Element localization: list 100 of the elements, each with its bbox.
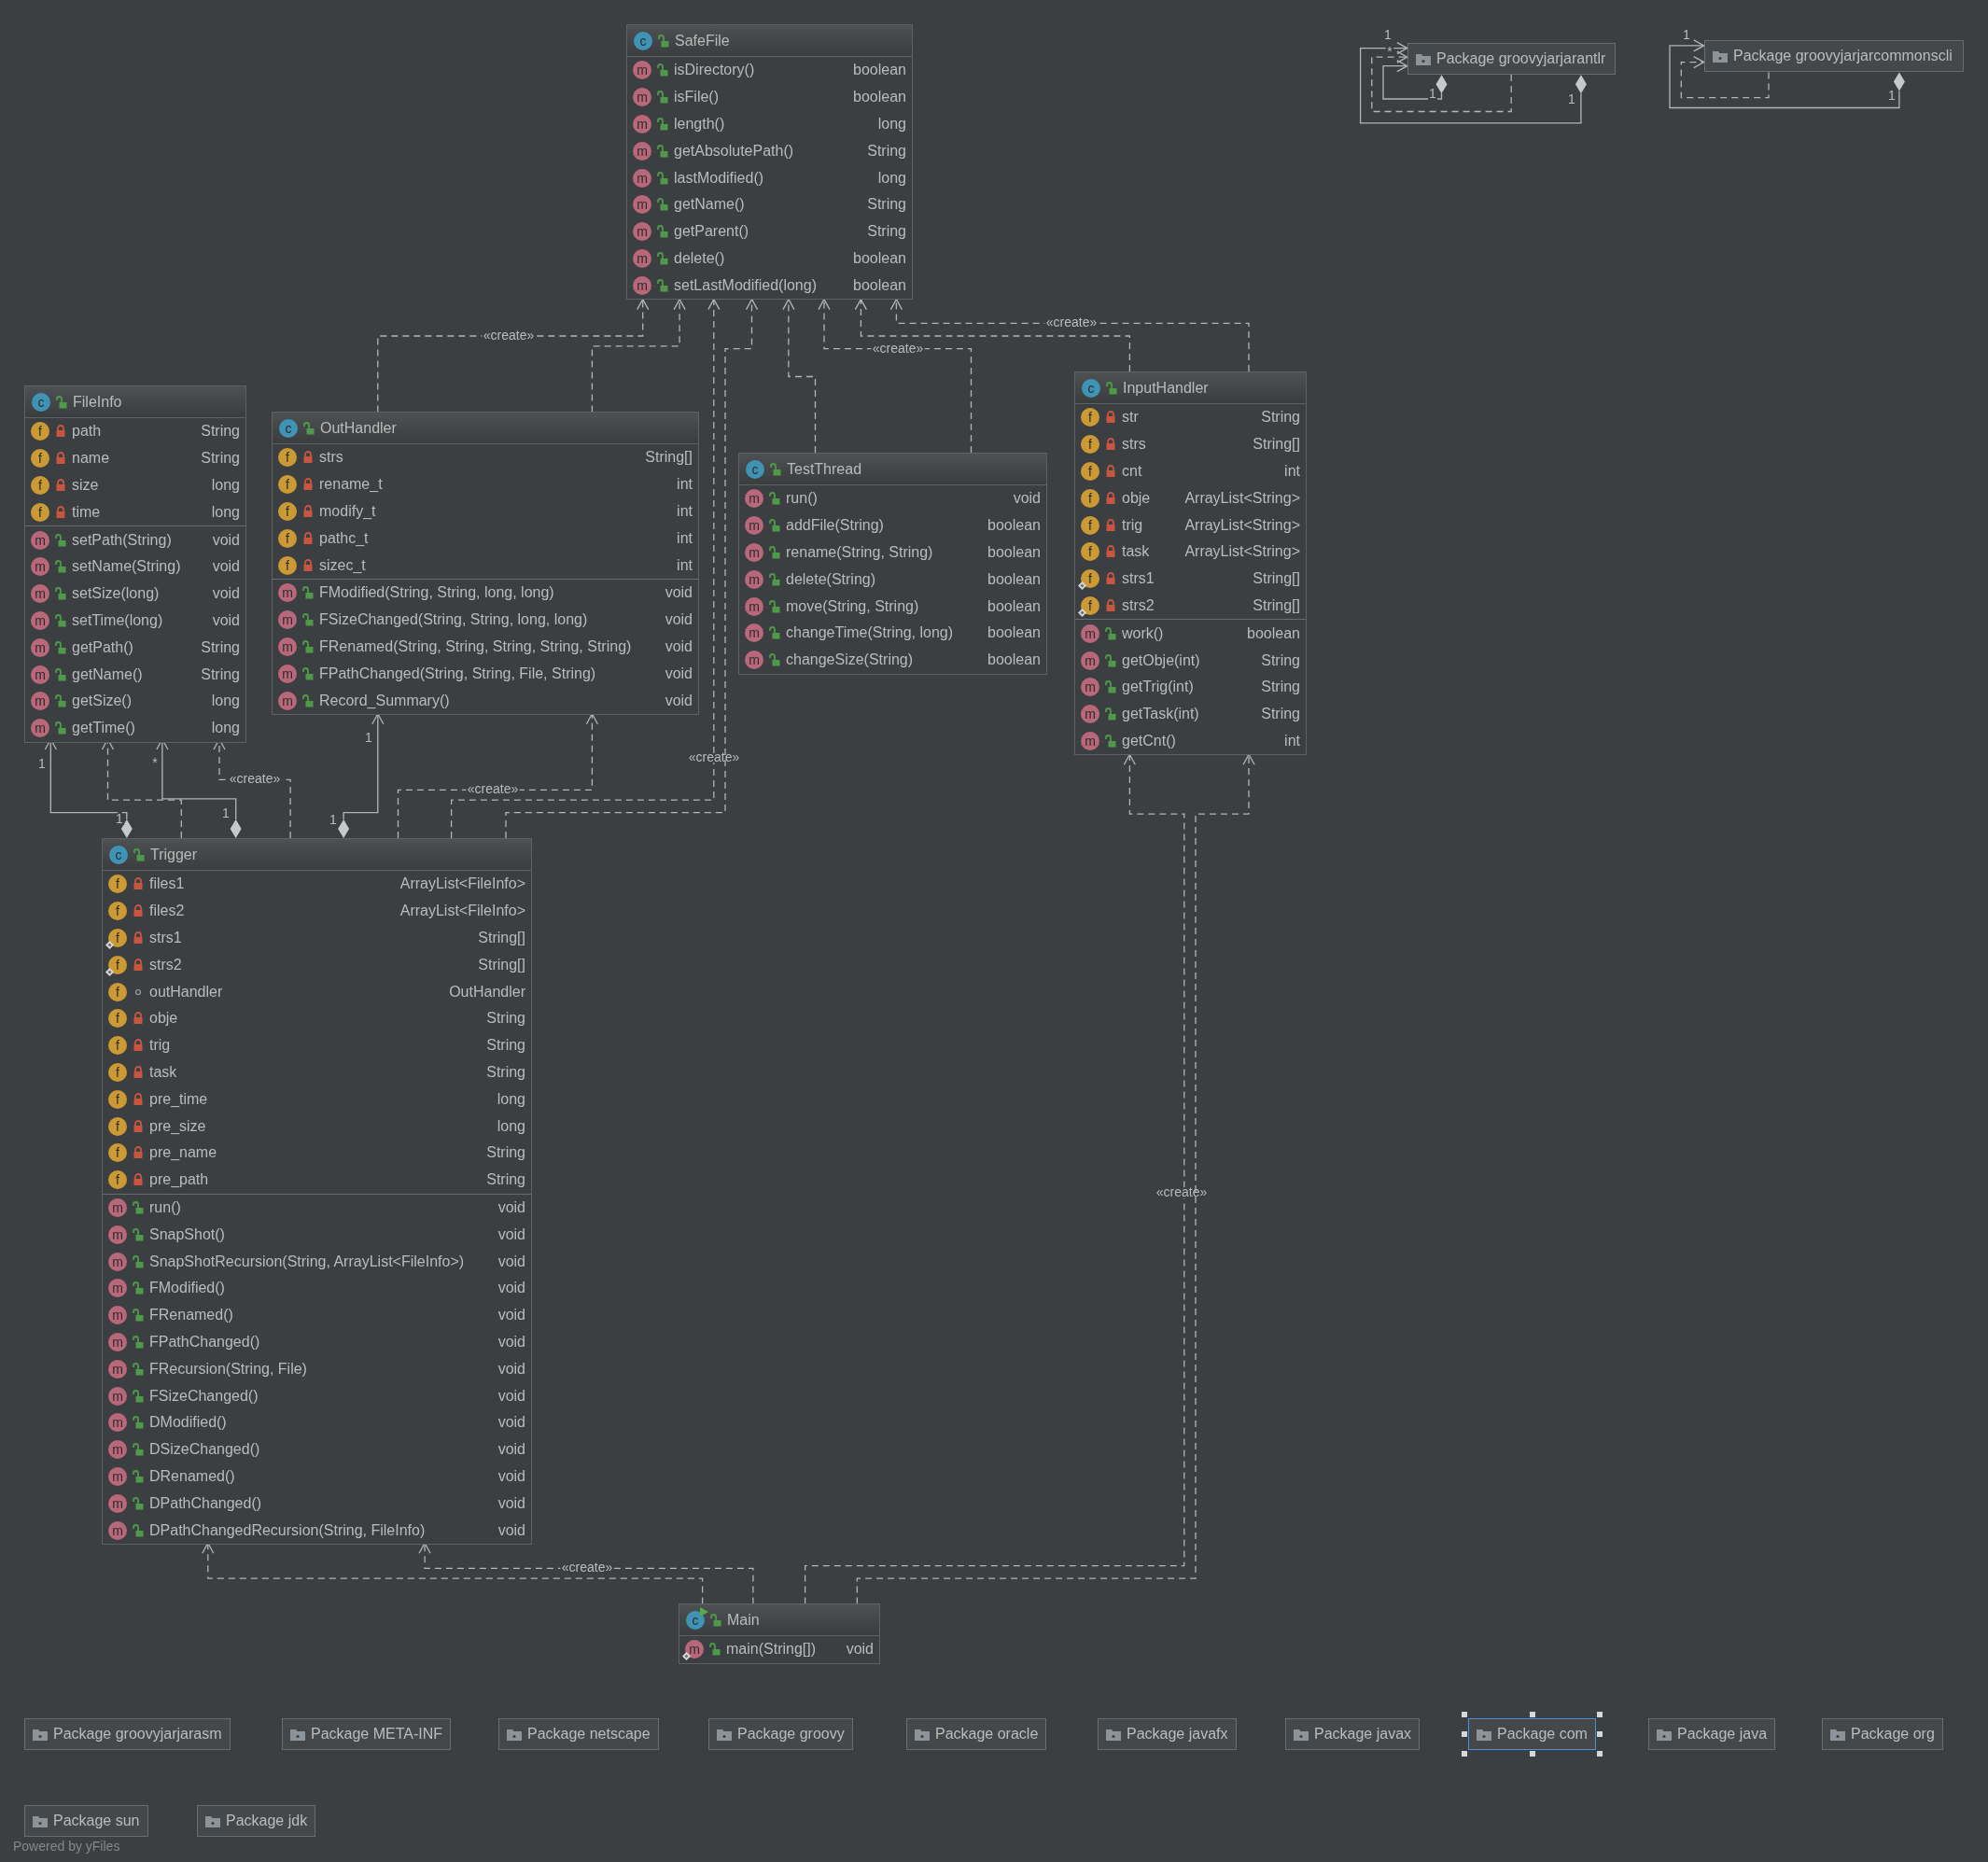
member-type: void	[497, 1440, 525, 1460]
member-name: delete(String)	[786, 569, 877, 589]
stereotype-label: «create»	[688, 749, 740, 764]
multiplicity-label: 1	[1568, 91, 1575, 106]
member-name: lastModified()	[674, 168, 765, 188]
member-type: ArrayList<String>	[1184, 515, 1300, 535]
member-type: OutHandler	[449, 982, 525, 1001]
method-icon: m	[633, 115, 651, 133]
member-type: void	[497, 1413, 525, 1433]
member-type: boolean	[853, 61, 906, 80]
method-icon: m	[108, 1440, 127, 1460]
class-name: Trigger	[150, 845, 198, 864]
member-name: FRenamed()	[149, 1306, 234, 1325]
member-type: void	[497, 1359, 525, 1379]
member-name: SnapShot()	[149, 1225, 226, 1244]
folder-icon	[33, 1728, 48, 1741]
member-name: rename(String, String)	[786, 543, 934, 562]
member-name: setPath(String)	[72, 530, 173, 550]
resize-handle	[1462, 1712, 1467, 1717]
member-type: void	[665, 691, 693, 710]
member-type: String[]	[478, 929, 525, 947]
multiplicity-label: 1	[1888, 87, 1896, 103]
method-icon: m	[108, 1386, 127, 1406]
field-icon: f	[31, 449, 49, 469]
resize-handle	[1597, 1731, 1603, 1737]
field-icon: f	[108, 929, 127, 947]
method-icon: m	[31, 637, 49, 657]
member-name: trig	[1122, 515, 1144, 535]
field-icon: f	[108, 1170, 127, 1190]
member-type: boolean	[853, 88, 906, 107]
member-name: setSize(long)	[72, 584, 161, 604]
member-type: boolean	[987, 623, 1041, 643]
method-icon: m	[31, 665, 49, 684]
member-type: String	[486, 1062, 525, 1082]
stereotype-label: «create»	[1155, 1183, 1208, 1199]
member-type: void	[665, 664, 693, 683]
member-name: strs	[1122, 435, 1147, 455]
member-type: String[]	[1253, 435, 1300, 455]
member-type: String	[486, 1170, 525, 1190]
member-type: void	[497, 1493, 525, 1513]
method-icon: m	[633, 168, 651, 188]
method-icon: m	[108, 1197, 127, 1217]
member-type: void	[665, 583, 693, 603]
member-name: Record_Summary()	[319, 691, 451, 710]
field-icon: f	[108, 1009, 127, 1029]
field-icon: f	[278, 502, 297, 521]
field-icon: f	[108, 955, 127, 974]
member-type: String	[486, 1143, 525, 1163]
member-name: FSizeChanged(String, String, long, long)	[319, 610, 589, 630]
member-name: getTask(int)	[1122, 705, 1200, 724]
member-type: int	[1284, 462, 1300, 481]
package-name: Package groovyjarjarasm	[53, 1725, 222, 1743]
method-icon: m	[31, 530, 49, 550]
member-type: String	[1261, 408, 1300, 427]
package-name: Package sun	[53, 1812, 140, 1830]
member-type: void	[497, 1252, 525, 1271]
method-icon: m	[1081, 623, 1099, 643]
member-name: pre_time	[149, 1089, 209, 1109]
member-name: FRecursion(String, File)	[149, 1359, 308, 1379]
member-type: void	[497, 1520, 525, 1540]
class-name: SafeFile	[675, 31, 730, 50]
method-icon: m	[745, 623, 763, 643]
member-name: move(String, String)	[786, 596, 920, 616]
member-type: boolean	[853, 275, 906, 295]
member-name: pre_size	[149, 1116, 207, 1136]
member-type: void	[665, 637, 693, 656]
member-name: getAbsolutePath()	[674, 141, 795, 161]
field-icon: f	[1081, 542, 1099, 562]
field-icon: f	[108, 1143, 127, 1163]
member-type: boolean	[987, 596, 1041, 616]
method-icon: m	[31, 610, 49, 630]
folder-icon	[717, 1728, 732, 1741]
folder-icon	[507, 1728, 522, 1741]
member-type: String	[201, 637, 240, 657]
member-name: getTrig(int)	[1122, 678, 1195, 697]
field-icon: f	[108, 982, 127, 1001]
member-type: ArrayList<String>	[1184, 542, 1300, 562]
member-name: setName(String)	[72, 557, 182, 577]
stereotype-label: «create»	[483, 327, 535, 343]
member-name: FPathChanged()	[149, 1332, 261, 1351]
member-name: sizec_t	[319, 555, 367, 575]
member-name: isDirectory()	[674, 61, 756, 80]
member-name: obje	[1122, 488, 1152, 508]
member-type: String[]	[1253, 569, 1300, 589]
member-name: size	[72, 476, 100, 495]
resize-handle	[1530, 1712, 1535, 1717]
member-type: long	[211, 692, 240, 711]
package-name: Package com	[1497, 1725, 1588, 1743]
method-icon: m	[31, 557, 49, 577]
class-icon: c	[279, 418, 298, 438]
field-icon: f	[1081, 595, 1099, 615]
member-type: int	[677, 475, 693, 495]
method-icon: m	[745, 543, 763, 562]
member-name: run()	[149, 1197, 182, 1217]
folder-icon	[290, 1728, 305, 1741]
member-name: getSize()	[72, 692, 133, 711]
member-name: setTime(long)	[72, 610, 164, 630]
field-icon: f	[108, 1089, 127, 1109]
member-type: long	[211, 502, 240, 522]
footer-text: Powered by yFiles	[13, 1838, 120, 1855]
